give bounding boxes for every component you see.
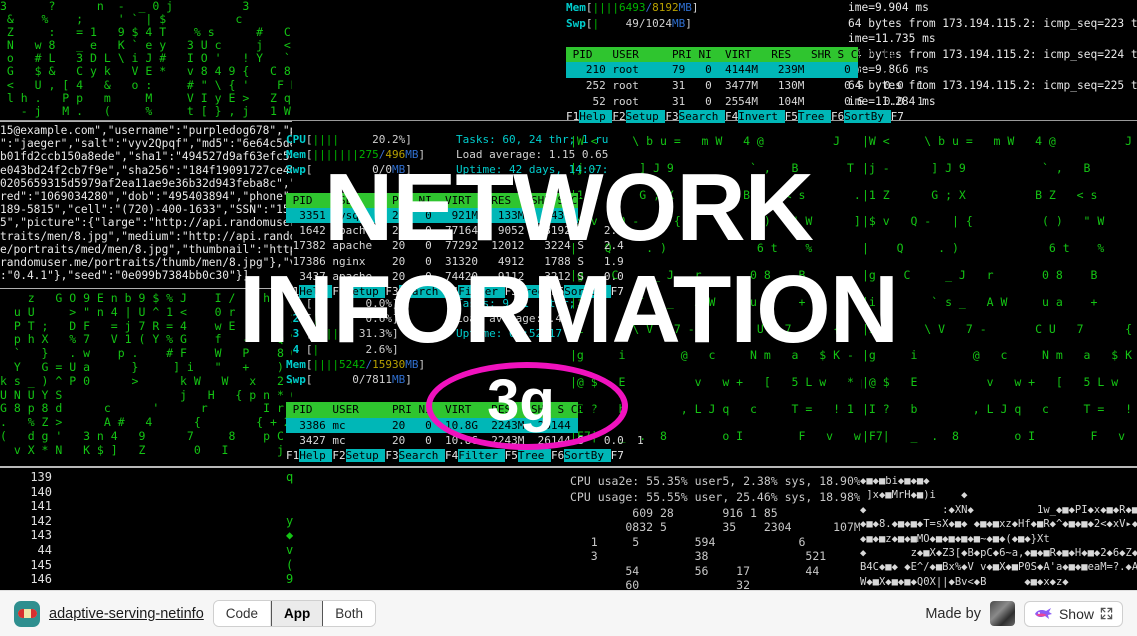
fkey-f5[interactable]: F5 <box>505 449 518 462</box>
fkey-label-sortby[interactable]: SortBy <box>844 110 891 124</box>
fkey-label-setup[interactable]: Setup <box>345 449 386 463</box>
numeric-stats-pane: 609 28 916 1 85 0832 5 35 2304 107M unus… <box>570 506 900 590</box>
fkey-label-sortby[interactable]: SortBy <box>564 449 611 463</box>
pane-divider-3 <box>0 466 1137 468</box>
view-mode-switcher[interactable]: Code App Both <box>212 600 377 627</box>
terminal-collage: 3 ? n - _ 0 j 3 & % ; ' ` | $ c Z : = 1 … <box>0 0 1137 590</box>
fkey-label-filter[interactable]: Filter <box>458 449 505 463</box>
fish-logo-icon <box>1034 608 1052 619</box>
htop-panel-top-center[interactable]: Mem[||||6493/8192MB] Swp[| 49/1024MB] PID… <box>566 0 924 124</box>
fkey-f1[interactable]: F1 <box>566 110 579 123</box>
cpu-usage-pane: CPU usa2e: 55.35% user5, 2.38% sys, 18.9… <box>570 474 880 508</box>
matrix-pane-mid-left: z G O 9 E n b 9 $ % J I / h Y % u U > " … <box>0 292 292 464</box>
view-mode-both[interactable]: Both <box>323 601 376 626</box>
htop-meters: Mem[||||6493/8192MB] Swp[| 49/1024MB] <box>566 1 699 30</box>
fkey-f3[interactable]: F3 <box>385 449 398 462</box>
fkey-f2[interactable]: F2 <box>332 449 345 462</box>
fkey-f5[interactable]: F5 <box>785 110 798 123</box>
htop-process-row[interactable]: 17386 nginx 20 0 31320 4912 1788 S 1.9 <box>286 254 624 269</box>
matrix-pane-top-left: 3 ? n - _ 0 j 3 & % ; ' ` | $ c Z : = 1 … <box>0 0 292 118</box>
htop-process-row[interactable]: 3386 mc 20 0 10.8G 2243M 26144 S 31.8 1 <box>286 417 644 433</box>
fkey-label-setup[interactable]: Setup <box>625 110 666 124</box>
htop-process-row[interactable]: 3427 mc 20 0 10.8G 2243M 26144 S 0.0 1 <box>286 433 643 448</box>
show-button[interactable]: Show <box>1023 600 1123 627</box>
app-root: 3 ? n - _ 0 j 3 & % ; ' ` | $ c Z : = 1 … <box>0 0 1137 636</box>
fkey-f2[interactable]: F2 <box>612 110 625 123</box>
htop-process-row[interactable]: 252 root 31 0 3477M 130M 0 S 0.0 1 <box>566 78 924 94</box>
fkey-label-invert[interactable]: Invert <box>738 110 785 124</box>
fkey-f6[interactable]: F6 <box>831 110 844 123</box>
htop-panel-mid-left[interactable]: CPU[|||| 20.2%] Mem[|||||||275/496MB] Swp[… <box>286 132 644 299</box>
fkey-f7[interactable]: F7 <box>891 110 904 123</box>
matrix-pane-far-right: |W < \ b u = m W 4 @ J W $ |S |j - ] J 9… <box>862 128 1137 460</box>
htop-summary-stats: Tasks: 9 1 thr; 1 Load average: .4 0 Uptim… <box>456 297 589 341</box>
htop-summary-stats: Tasks: 60, 24 thr; 1 ru Load average: 1.1… <box>456 133 609 177</box>
htop-process-row[interactable]: 1642 apache 20 0 77164 9052 3192 S 2.6 <box>286 223 624 238</box>
htop-meters: CPU[|||| 20.2%] Mem[|||||||275/496MB] Swp[… <box>286 133 609 177</box>
footer-bar: adaptive-serving-netinfo Code App Both Mad… <box>0 590 1137 636</box>
user-avatar <box>989 601 1015 626</box>
fkey-f7[interactable]: F7 <box>611 449 624 462</box>
htop-table-header[interactable]: PID USER PRI NI VIRT RES SHR S CPU% M <box>286 192 617 209</box>
fkey-f6[interactable]: F6 <box>551 449 564 462</box>
htop-panel-bottom-left[interactable]: 1 [ 0.0%] 2 [| 0.6%] 3 [|||||| 31.3%] 4 … <box>286 296 644 463</box>
app-logo-icon <box>14 600 40 627</box>
htop-process-row[interactable]: 3437 apache 20 0 74420 9112 3212 S 0.0 <box>286 269 624 284</box>
htop-process-row[interactable]: 17382 apache 20 0 77292 12012 3224 S 2.4 <box>286 238 624 253</box>
repo-name-link[interactable]: adaptive-serving-netinfo <box>49 606 204 622</box>
fkey-label-tree[interactable]: Tree <box>797 110 831 124</box>
pane-divider-2 <box>0 288 292 289</box>
expand-arrows-icon <box>1100 607 1113 620</box>
fkey-label-search[interactable]: Search <box>678 110 725 124</box>
htop-table-header[interactable]: PID USER PRI NI VIRT RES SHR S CPU% M <box>286 402 617 418</box>
line-number-gutter: 139 140 141 142 143 44 145 146 <box>0 470 52 588</box>
fkey-f1[interactable]: F1 <box>286 449 299 462</box>
htop-process-row[interactable]: 3351 mysql 20 0 921M 133M 4434 S 2.6 2 <box>286 208 644 224</box>
fkey-f7[interactable]: F7 <box>611 285 624 298</box>
binary-garbage-pane: ◆■◆■bi◆■◆■◆ ]x◆■MrH◆■)i ◆ ◆ :◆XN◆ 1w_◆■◆… <box>860 474 1137 590</box>
view-mode-app[interactable]: App <box>271 601 324 626</box>
htop-table-header[interactable]: PID USER PRI NI VIRT RES SHR S CPU% ME <box>566 46 897 63</box>
json-output-pane: 15@example.com","username":"purpledog678… <box>0 124 292 284</box>
fkey-label-help[interactable]: Help <box>579 110 613 124</box>
htop-function-key-bar[interactable]: F1Help F2Setup F3Search F4Filter F5Tree … <box>286 448 624 463</box>
editor-right-edge-chars: q y ◆ v ( 9 <box>286 470 306 588</box>
made-by-label: Made by <box>925 605 981 622</box>
view-mode-code[interactable]: Code <box>213 601 272 626</box>
htop-process-row[interactable]: 210 root 79 0 4144M 239M 0 S 5.0 2 <box>566 62 924 78</box>
fkey-label-help[interactable]: Help <box>299 449 333 463</box>
fkey-label-search[interactable]: Search <box>398 449 445 463</box>
fkey-f4[interactable]: F4 <box>445 449 458 462</box>
htop-function-key-bar[interactable]: F1Help F2Setup F3Search F4Invert F5Tree … <box>566 109 904 125</box>
fkey-label-tree[interactable]: Tree <box>517 449 551 463</box>
htop-meters: 1 [ 0.0%] 2 [| 0.6%] 3 [|||||| 31.3%] 4 … <box>286 297 589 387</box>
htop-process-row[interactable]: 52 root 31 0 2554M 104M 0 S 0.0 1 <box>566 94 923 110</box>
fkey-f3[interactable]: F3 <box>665 110 678 123</box>
fkey-f4[interactable]: F4 <box>725 110 738 123</box>
show-button-label: Show <box>1058 605 1094 622</box>
